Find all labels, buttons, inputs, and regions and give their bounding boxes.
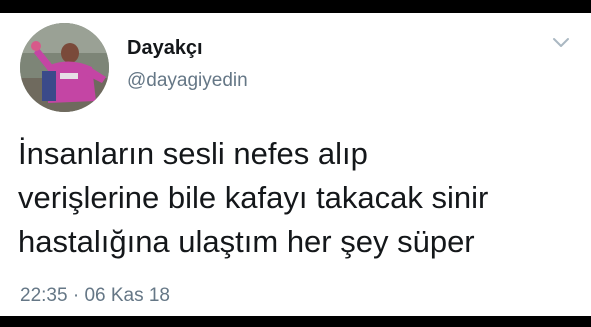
author-handle[interactable]: @dayagiyedin (127, 69, 248, 93)
author-display-name[interactable]: Dayakçı (127, 36, 203, 60)
tweet-timestamp[interactable]: 22:35 · 06 Kas 18 (20, 285, 170, 307)
bottom-frame-bar (0, 316, 591, 327)
avatar[interactable] (20, 23, 109, 112)
tweet-text-line: verişlerine bile kafayı takacak sinir (18, 180, 489, 215)
avatar-photo-icon (20, 23, 109, 112)
tweet-text: İnsanların sesli nefes alıp verişlerine … (18, 132, 578, 264)
tweet-date: 06 Kas 18 (84, 285, 171, 306)
tweet-text-line: İnsanların sesli nefes alıp (18, 136, 368, 171)
tweet-card: Dayakçı @dayagiyedin İnsanların sesli ne… (0, 13, 591, 316)
timestamp-separator: · (72, 285, 80, 306)
top-frame-bar (0, 0, 591, 13)
tweet-text-line: hastalığına ulaştım her şey süper (18, 224, 475, 259)
tweet-time: 22:35 (20, 285, 68, 306)
chevron-down-icon[interactable] (551, 35, 571, 51)
